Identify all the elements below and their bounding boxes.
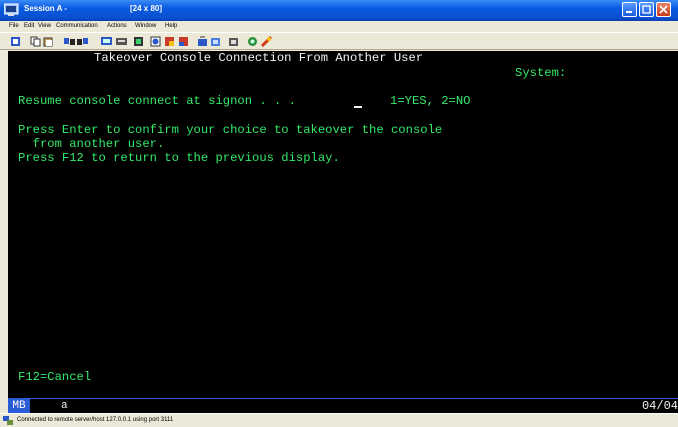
- close-button[interactable]: [656, 2, 671, 17]
- edit-macro-icon[interactable]: [197, 36, 208, 47]
- minimize-button[interactable]: [622, 2, 637, 17]
- menu-edit[interactable]: Edit: [24, 23, 34, 29]
- instruction-line-2: from another user.: [18, 137, 165, 151]
- maximize-button[interactable]: [639, 2, 654, 17]
- stop-macro-icon[interactable]: [164, 36, 175, 47]
- session-indicator: a: [61, 400, 68, 412]
- settings-icon[interactable]: [228, 36, 239, 47]
- page-title: Takeover Console Connection From Another…: [94, 51, 424, 65]
- record-macro-icon[interactable]: [150, 36, 161, 47]
- message-waiting-indicator: MB: [8, 399, 30, 413]
- connection-status-text: Connected to remote server/host 127.0.0.…: [17, 417, 174, 423]
- operator-info-area: MB a 04/04: [8, 398, 678, 413]
- instruction-line-1: Press Enter to confirm your choice to ta…: [18, 123, 443, 137]
- menu-bar: File Edit View Communication Actions Win…: [0, 21, 678, 32]
- close-icon: [659, 5, 668, 14]
- send-icon[interactable]: [64, 36, 75, 47]
- resume-console-label: Resume console connect at signon . . .: [18, 94, 296, 108]
- terminal-screen[interactable]: Takeover Console Connection From Another…: [8, 51, 678, 398]
- color-map-icon[interactable]: [133, 36, 144, 47]
- system-label: System:: [515, 66, 567, 80]
- menu-communication[interactable]: Communication: [56, 23, 98, 29]
- display-icon[interactable]: [101, 36, 112, 47]
- app-icon: [4, 3, 19, 16]
- instruction-line-3: Press F12 to return to the previous disp…: [18, 151, 340, 165]
- menu-file[interactable]: File: [9, 23, 19, 29]
- toolbar: [0, 32, 678, 50]
- play-macro-icon[interactable]: [178, 36, 189, 47]
- print-screen-icon[interactable]: [10, 36, 21, 47]
- connect-icon[interactable]: [247, 36, 258, 47]
- connection-icon: [3, 416, 13, 425]
- copy-icon[interactable]: [30, 36, 41, 47]
- receive-icon[interactable]: [77, 36, 88, 47]
- minimize-icon: [626, 11, 632, 13]
- keyboard-icon[interactable]: [116, 36, 127, 47]
- resume-console-options: 1=YES, 2=NO: [390, 94, 471, 108]
- f12-cancel-key[interactable]: F12=Cancel: [18, 370, 91, 384]
- disconnect-icon[interactable]: [261, 36, 272, 47]
- resume-console-input[interactable]: [354, 106, 362, 108]
- window-size-label: [24 x 80]: [130, 4, 163, 13]
- paste-icon[interactable]: [43, 36, 54, 47]
- menu-actions[interactable]: Actions: [107, 23, 127, 29]
- title-bar: Session A - [24 x 80]: [0, 0, 678, 21]
- status-bar: Connected to remote server/host 127.0.0.…: [0, 413, 678, 427]
- cursor-position: 04/04: [641, 399, 678, 413]
- maximize-icon: [642, 5, 651, 14]
- menu-window[interactable]: Window: [135, 23, 156, 29]
- menu-help[interactable]: Help: [165, 23, 177, 29]
- menu-view[interactable]: View: [38, 23, 51, 29]
- window-title: Session A -: [24, 4, 67, 13]
- macro-list-icon[interactable]: [210, 36, 221, 47]
